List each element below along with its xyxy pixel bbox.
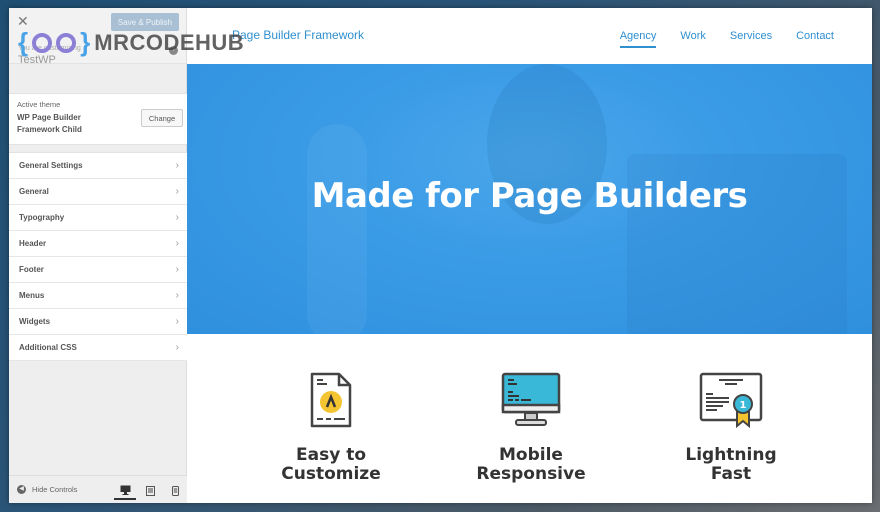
sidebar-item-footer[interactable]: Footer › — [9, 257, 187, 283]
sidebar-item-general[interactable]: General › — [9, 179, 187, 205]
chevron-right-icon: › — [175, 316, 179, 327]
site-name: TestWP — [18, 54, 56, 66]
feature-title-line: Responsive — [476, 464, 586, 484]
sidebar-item-menus[interactable]: Menus › — [9, 283, 187, 309]
features-section: Easy to Customize Mobile Responsive 1 Li… — [187, 334, 872, 503]
sidebar-item-label: General Settings — [19, 161, 83, 170]
sidebar-item-widgets[interactable]: Widgets › — [9, 309, 187, 335]
feature-title-line: Mobile — [499, 445, 563, 465]
feature-title: Mobile Responsive — [451, 446, 611, 484]
change-theme-button[interactable]: Change — [141, 109, 183, 127]
desktop-icon — [120, 485, 130, 495]
document-icon — [310, 372, 352, 428]
sidebar-item-label: Typography — [19, 213, 65, 222]
site-preview: Page Builder Framework Agency Work Servi… — [187, 8, 872, 503]
sidebar-item-additional-css[interactable]: Additional CSS › — [9, 335, 187, 361]
customizer-menu: General Settings › General › Typography › H… — [9, 152, 187, 361]
sidebar-item-label: Header — [19, 239, 47, 248]
sidebar-item-label: Menus — [19, 291, 45, 300]
customizing-label: You are customizing — [18, 45, 81, 52]
nav-services[interactable]: Services — [730, 30, 772, 48]
hero-bg-shape — [307, 124, 367, 334]
sidebar-footer: ◀ Hide Controls — [9, 475, 187, 503]
feature-title-line: Customize — [281, 464, 381, 484]
hide-controls-label: Hide Controls — [32, 485, 78, 494]
hero-section: Made for Page Builders — [187, 64, 872, 334]
tablet-preview-button[interactable] — [139, 482, 161, 500]
feature-title: Easy to Customize — [251, 446, 411, 484]
feature-title: Lightning Fast — [651, 446, 811, 484]
feature-title-line: Easy to — [295, 445, 366, 465]
help-icon[interactable]: ? — [169, 46, 178, 55]
sidebar-item-header[interactable]: Header › — [9, 231, 187, 257]
monitor-icon — [501, 372, 561, 426]
feature-title-line: Fast — [710, 464, 752, 484]
primary-nav: Agency Work Services Contact — [619, 30, 834, 48]
chevron-right-icon: › — [175, 186, 179, 197]
sidebar-header: ✕ Save & Publish You are customizing Tes… — [9, 8, 186, 66]
mobile-icon — [171, 486, 179, 496]
chevron-right-icon: › — [175, 212, 179, 223]
chevron-right-icon: › — [175, 160, 179, 171]
close-icon[interactable]: ✕ — [17, 13, 29, 30]
customizer-window: ✕ Save & Publish You are customizing Tes… — [9, 8, 872, 503]
nav-agency[interactable]: Agency — [619, 30, 657, 48]
theme-name: WP Page Builder Framework Child — [17, 113, 82, 134]
site-header: Page Builder Framework Agency Work Servi… — [187, 8, 872, 64]
tablet-icon — [145, 486, 155, 496]
feature-mobile-responsive: Mobile Responsive — [451, 372, 611, 484]
sidebar-item-general-settings[interactable]: General Settings › — [9, 153, 187, 179]
chevron-right-icon: › — [175, 342, 179, 353]
sidebar-item-label: Widgets — [19, 317, 51, 326]
nav-work[interactable]: Work — [680, 30, 705, 48]
hide-controls-button[interactable]: ◀ Hide Controls — [17, 485, 77, 494]
feature-lightning-fast: 1 Lightning Fast — [651, 372, 811, 484]
arrow-left-circle-icon: ◀ — [17, 485, 26, 494]
feature-title-line: Lightning — [685, 445, 777, 465]
svg-text:1: 1 — [740, 400, 747, 411]
site-title-link[interactable]: Page Builder Framework — [232, 28, 364, 42]
sidebar-item-label: Footer — [19, 265, 44, 274]
chevron-right-icon: › — [175, 290, 179, 301]
feature-easy-customize: Easy to Customize — [251, 372, 411, 484]
certificate-icon: 1 — [699, 372, 763, 428]
mobile-preview-button[interactable] — [164, 482, 186, 500]
customizer-sidebar: ✕ Save & Publish You are customizing Tes… — [9, 8, 187, 503]
sidebar-item-label: General — [19, 187, 49, 196]
chevron-right-icon: › — [175, 238, 179, 249]
active-theme-panel: Active theme WP Page Builder Framework C… — [9, 93, 187, 145]
active-theme-label: Active theme — [17, 100, 61, 109]
hero-heading: Made for Page Builders — [311, 176, 748, 216]
save-publish-button[interactable]: Save & Publish — [111, 13, 179, 31]
desktop-preview-button[interactable] — [114, 482, 136, 500]
sidebar-item-typography[interactable]: Typography › — [9, 205, 187, 231]
sidebar-item-label: Additional CSS — [19, 343, 77, 352]
chevron-right-icon: › — [175, 264, 179, 275]
nav-contact[interactable]: Contact — [796, 30, 834, 48]
